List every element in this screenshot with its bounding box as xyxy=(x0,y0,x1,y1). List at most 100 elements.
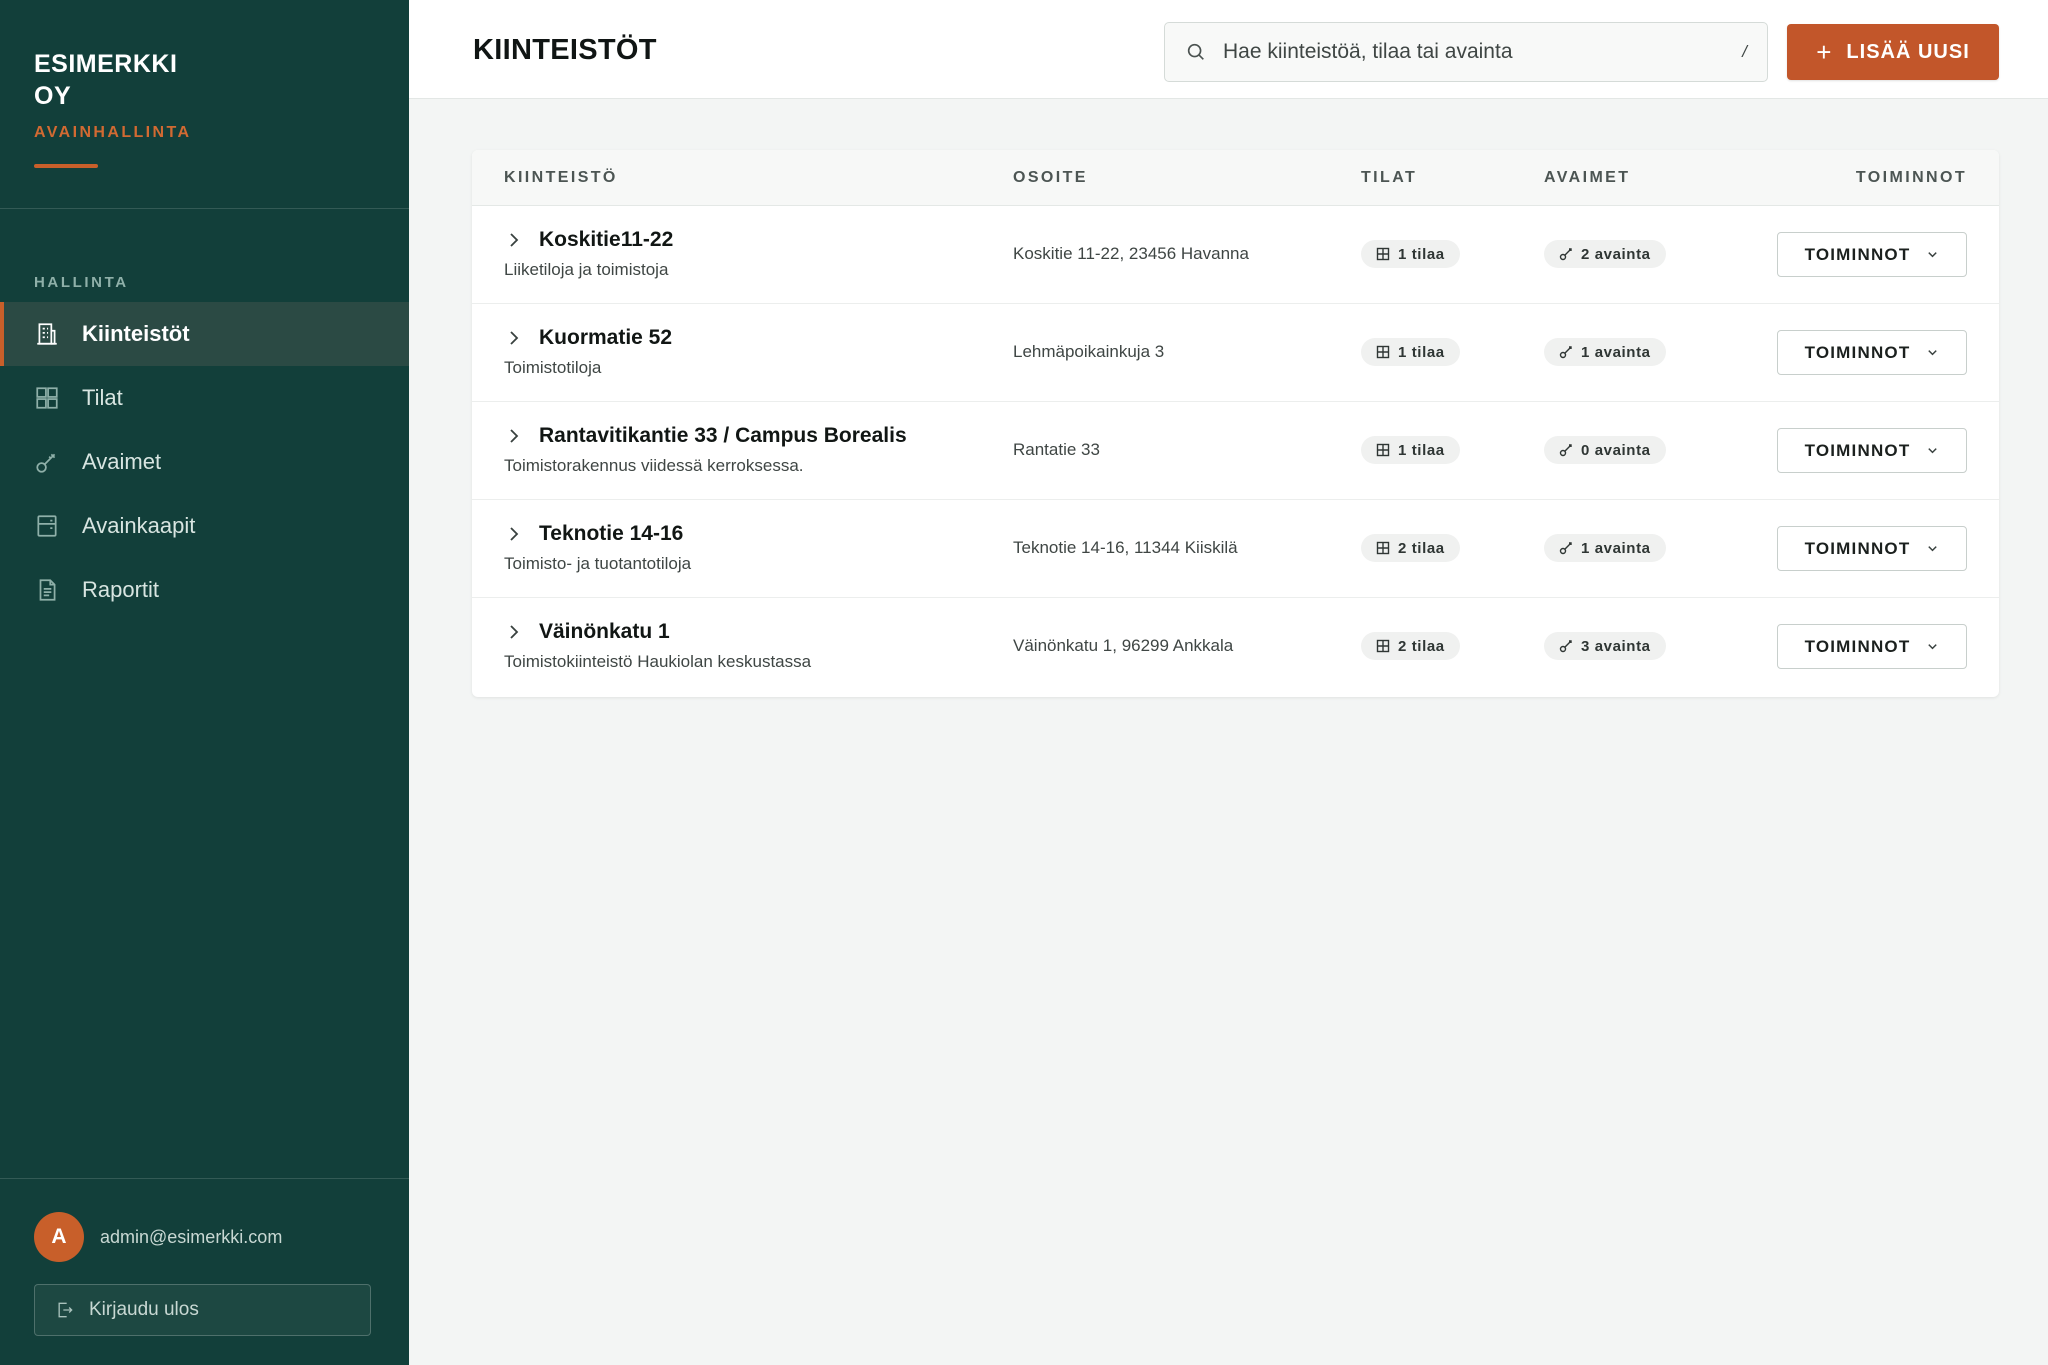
actions-dropdown-button[interactable]: TOIMINNOT xyxy=(1777,428,1967,473)
sidebar-item-raportit[interactable]: Raportit xyxy=(0,558,409,622)
key-icon xyxy=(1559,640,1572,653)
table-row: Rantavitikantie 33 / Campus Borealis Toi… xyxy=(472,402,1999,500)
user-email: admin@esimerkki.com xyxy=(100,1226,283,1247)
sidebar-nav: Kiinteistöt Tilat Avaimet Avainkaapit Ra… xyxy=(0,302,409,622)
property-address: Väinönkatu 1, 96299 Ankkala xyxy=(1013,636,1234,655)
grid-icon xyxy=(1376,345,1390,359)
keys-badge: 0 avainta xyxy=(1544,436,1666,464)
actions-label: TOIMINNOT xyxy=(1804,244,1911,264)
grid-icon xyxy=(1376,247,1390,261)
document-icon xyxy=(34,577,60,603)
spaces-badge: 1 tilaa xyxy=(1361,436,1460,464)
spaces-count: 1 tilaa xyxy=(1398,441,1445,459)
spaces-count: 2 tilaa xyxy=(1398,539,1445,557)
brand-accent-bar xyxy=(34,164,98,168)
add-new-button[interactable]: + LISÄÄ UUSI xyxy=(1787,24,1999,80)
keys-badge: 2 avainta xyxy=(1544,240,1666,268)
property-name[interactable]: Rantavitikantie 33 / Campus Borealis xyxy=(539,424,907,448)
search-icon xyxy=(1187,43,1204,60)
plus-icon: + xyxy=(1816,37,1833,67)
search-shortcut-hint: / xyxy=(1742,42,1747,61)
nav-heading: HALLINTA xyxy=(34,274,129,291)
column-header-actions: TOIMINNOT xyxy=(1855,169,1967,186)
properties-table: KIINTEISTÖ OSOITE TILAT AVAIMET TOIMINNO… xyxy=(472,150,1999,697)
key-icon xyxy=(1559,248,1572,261)
chevron-down-icon xyxy=(1928,350,1938,356)
sidebar-item-kiinteistot[interactable]: Kiinteistöt xyxy=(0,302,409,366)
logout-icon xyxy=(58,1302,73,1318)
expand-chevron-icon[interactable] xyxy=(504,426,524,446)
actions-label: TOIMINNOT xyxy=(1804,342,1911,362)
property-address: Rantatie 33 xyxy=(1013,440,1100,459)
actions-dropdown-button[interactable]: TOIMINNOT xyxy=(1777,526,1967,571)
sidebar-item-label: Raportit xyxy=(82,577,160,602)
cabinet-icon xyxy=(34,513,60,539)
column-header-keys: AVAIMET xyxy=(1544,169,1631,186)
column-header-property: KIINTEISTÖ xyxy=(504,169,618,186)
spaces-count: 1 tilaa xyxy=(1398,245,1445,263)
avatar: A xyxy=(34,1212,84,1262)
table-header: KIINTEISTÖ OSOITE TILAT AVAIMET TOIMINNO… xyxy=(472,150,1999,206)
spaces-badge: 2 tilaa xyxy=(1361,632,1460,660)
property-name[interactable]: Teknotie 14-16 xyxy=(539,522,683,546)
table-row: Koskitie11-22 Liiketiloja ja toimistoja … xyxy=(472,206,1999,304)
sidebar-item-label: Avaimet xyxy=(82,449,162,474)
table-row: Kuormatie 52 Toimistotiloja Lehmäpoikain… xyxy=(472,304,1999,402)
key-icon xyxy=(1559,444,1572,457)
sidebar-item-avainkaapit[interactable]: Avainkaapit xyxy=(0,494,409,558)
property-name[interactable]: Väinönkatu 1 xyxy=(539,620,670,644)
property-name[interactable]: Koskitie11-22 xyxy=(539,228,673,252)
sidebar-item-avaimet[interactable]: Avaimet xyxy=(0,430,409,494)
grid-icon xyxy=(1376,443,1390,457)
grid-icon xyxy=(1376,639,1390,653)
column-header-address: OSOITE xyxy=(1013,169,1088,186)
expand-chevron-icon[interactable] xyxy=(504,524,524,544)
actions-dropdown-button[interactable]: TOIMINNOT xyxy=(1777,330,1967,375)
property-description: Toimisto- ja tuotantotiloja xyxy=(504,554,692,573)
sidebar-divider xyxy=(0,208,409,209)
chevron-down-icon xyxy=(1928,644,1938,650)
column-header-spaces: TILAT xyxy=(1361,169,1418,186)
sidebar-item-tilat[interactable]: Tilat xyxy=(0,366,409,430)
expand-chevron-icon[interactable] xyxy=(504,622,524,642)
keys-count: 3 avainta xyxy=(1581,637,1651,655)
page-title: KIINTEISTÖT xyxy=(473,34,657,66)
property-address: Teknotie 14-16, 11344 Kiiskilä xyxy=(1013,538,1238,557)
table-row: Väinönkatu 1 Toimistokiinteistö Haukiola… xyxy=(472,598,1999,696)
property-name[interactable]: Kuormatie 52 xyxy=(539,326,672,350)
expand-chevron-icon[interactable] xyxy=(504,230,524,250)
sidebar-item-label: Avainkaapit xyxy=(82,513,196,538)
logout-button[interactable]: Kirjaudu ulos xyxy=(34,1284,371,1336)
key-icon xyxy=(34,449,60,475)
search-box[interactable]: / xyxy=(1164,22,1768,82)
key-icon xyxy=(1559,346,1572,359)
search-input[interactable] xyxy=(1223,40,1743,64)
chevron-down-icon xyxy=(1928,448,1938,454)
brand: ESIMERKKI OY AVAINHALLINTA xyxy=(34,48,334,168)
property-description: Liiketiloja ja toimistoja xyxy=(504,260,669,279)
keys-badge: 3 avainta xyxy=(1544,632,1666,660)
property-description: Toimistokiinteistö Haukiolan keskustassa xyxy=(504,652,812,671)
keys-count: 1 avainta xyxy=(1581,539,1651,557)
expand-chevron-icon[interactable] xyxy=(504,328,524,348)
property-address: Lehmäpoikainkuja 3 xyxy=(1013,342,1165,361)
spaces-badge: 1 tilaa xyxy=(1361,240,1460,268)
keys-count: 1 avainta xyxy=(1581,343,1651,361)
actions-dropdown-button[interactable]: TOIMINNOT xyxy=(1777,232,1967,277)
keys-badge: 1 avainta xyxy=(1544,338,1666,366)
property-address: Koskitie 11-22, 23456 Havanna xyxy=(1013,244,1249,263)
keys-count: 2 avainta xyxy=(1581,245,1651,263)
actions-dropdown-button[interactable]: TOIMINNOT xyxy=(1777,624,1967,669)
actions-label: TOIMINNOT xyxy=(1804,440,1911,460)
building-icon xyxy=(34,321,60,347)
chevron-down-icon xyxy=(1928,546,1938,552)
spaces-badge: 2 tilaa xyxy=(1361,534,1460,562)
spaces-count: 2 tilaa xyxy=(1398,637,1445,655)
table-row: Teknotie 14-16 Toimisto- ja tuotantotilo… xyxy=(472,500,1999,598)
grid-icon xyxy=(34,385,60,411)
spaces-count: 1 tilaa xyxy=(1398,343,1445,361)
keys-badge: 1 avainta xyxy=(1544,534,1666,562)
sidebar-item-label: Kiinteistöt xyxy=(82,321,190,346)
user-profile: A admin@esimerkki.com xyxy=(34,1212,282,1262)
top-bar: KIINTEISTÖT / + LISÄÄ UUSI xyxy=(409,0,2048,99)
